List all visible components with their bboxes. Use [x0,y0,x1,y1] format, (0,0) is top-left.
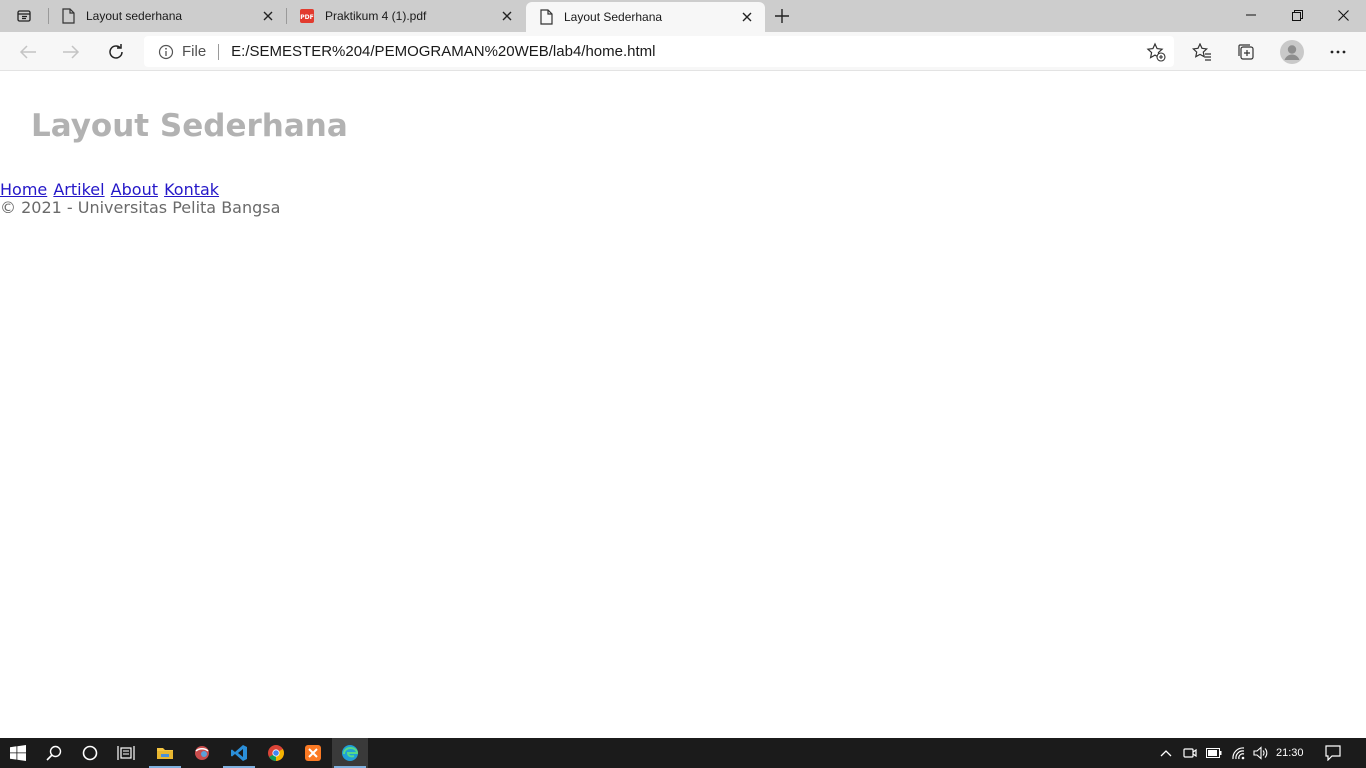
nav-link-artikel[interactable]: Artikel [53,180,104,199]
tab-title: Praktikum 4 (1).pdf [325,9,427,23]
battery-icon [1206,748,1222,758]
taskbar-app[interactable] [184,738,220,768]
edge-icon [342,745,359,761]
more-icon [1330,50,1346,54]
file-explorer-icon [157,748,173,759]
tab-actions-button[interactable] [0,0,48,32]
scheme-label: File [182,43,207,60]
address-bar[interactable]: File E:/SEMESTER%204/PEMOGRAMAN%20WEB/la… [144,36,1174,67]
network-button[interactable] [1228,738,1250,768]
settings-menu-button[interactable] [1324,38,1352,66]
restore-button[interactable] [1274,0,1320,30]
tab-strip: Layout sederhana PDF Praktikum 4 (1).pdf… [0,0,1366,32]
forward-arrow-icon [63,45,80,59]
tab-title: Layout Sederhana [564,10,663,24]
meet-now-button[interactable] [1179,738,1201,768]
battery-button[interactable] [1203,738,1225,768]
restore-icon [1291,9,1303,21]
search-button[interactable] [36,738,72,768]
back-arrow-icon [19,45,36,59]
nav-link-kontak[interactable]: Kontak [164,180,219,199]
task-view-icon [117,746,135,760]
close-tab-icon[interactable] [495,4,519,28]
avatar-icon [1280,40,1304,64]
favorites-icon [1192,43,1211,61]
tab-title: Layout sederhana [86,9,183,23]
plus-icon [775,9,789,23]
xampp-icon [305,745,321,761]
action-center-button[interactable] [1322,738,1344,768]
address-divider [218,43,220,60]
browser-toolbar: File E:/SEMESTER%204/PEMOGRAMAN%20WEB/la… [0,32,1366,71]
minimize-icon [1246,14,1256,16]
profile-button[interactable] [1278,38,1306,66]
forward-button[interactable] [55,36,87,68]
search-icon [46,745,62,761]
taskbar-xampp[interactable] [295,738,331,768]
pdf-icon: PDF [299,8,315,24]
vscode-icon [231,745,247,761]
collections-button[interactable] [1232,38,1260,66]
close-tab-icon[interactable] [735,5,759,29]
chevron-up-icon [1160,750,1172,757]
start-button[interactable] [0,738,36,768]
svg-text:PDF: PDF [300,14,313,21]
new-tab-button[interactable] [770,4,794,28]
page-icon [538,9,554,25]
url-text[interactable]: E:/SEMESTER%204/PEMOGRAMAN%20WEB/lab4/ho… [231,43,655,60]
taskbar-edge[interactable] [332,738,368,768]
tab-layout-sederhana-lower[interactable]: Layout sederhana [48,0,286,32]
taskbar: 21:30 [0,738,1366,768]
info-icon[interactable] [158,44,174,60]
wifi-icon [1232,747,1245,760]
nav-link-about[interactable]: About [111,180,158,199]
refresh-icon [109,44,123,59]
tab-praktikum-pdf[interactable]: PDF Praktikum 4 (1).pdf [287,0,525,32]
taskbar-clock[interactable]: 21:30 [1276,738,1304,768]
page-icon [60,8,76,24]
nav-link-home[interactable]: Home [0,180,47,199]
start-icon [10,745,26,761]
close-icon [1337,9,1349,21]
favorites-button[interactable] [1188,38,1216,66]
show-hidden-icons-button[interactable] [1155,738,1177,768]
add-favorite-icon[interactable] [1146,42,1166,62]
close-window-button[interactable] [1320,0,1366,30]
site-nav: Home Artikel About Kontak [0,180,220,200]
cortana-button[interactable] [72,738,108,768]
camera-icon [1183,748,1197,758]
web-page: Layout Sederhana Home Artikel About Kont… [0,72,1366,738]
taskbar-vscode[interactable] [221,738,257,768]
taskbar-chrome[interactable] [258,738,294,768]
app-icon [195,746,209,760]
cortana-icon [82,745,98,761]
back-button[interactable] [12,36,44,68]
tab-layout-sederhana-active[interactable]: Layout Sederhana [526,2,765,32]
taskbar-file-explorer[interactable] [147,738,183,768]
tab-actions-icon [17,10,31,22]
task-view-button[interactable] [108,738,144,768]
notification-icon [1325,745,1341,761]
chrome-icon [268,745,284,761]
page-title: Layout Sederhana [31,108,348,144]
collections-icon [1238,44,1254,60]
speaker-icon [1253,746,1268,760]
page-footer: © 2021 - Universitas Pelita Bangsa [0,198,281,217]
minimize-button[interactable] [1228,0,1274,30]
refresh-button[interactable] [100,36,132,68]
close-tab-icon[interactable] [256,4,280,28]
volume-button[interactable] [1250,738,1272,768]
